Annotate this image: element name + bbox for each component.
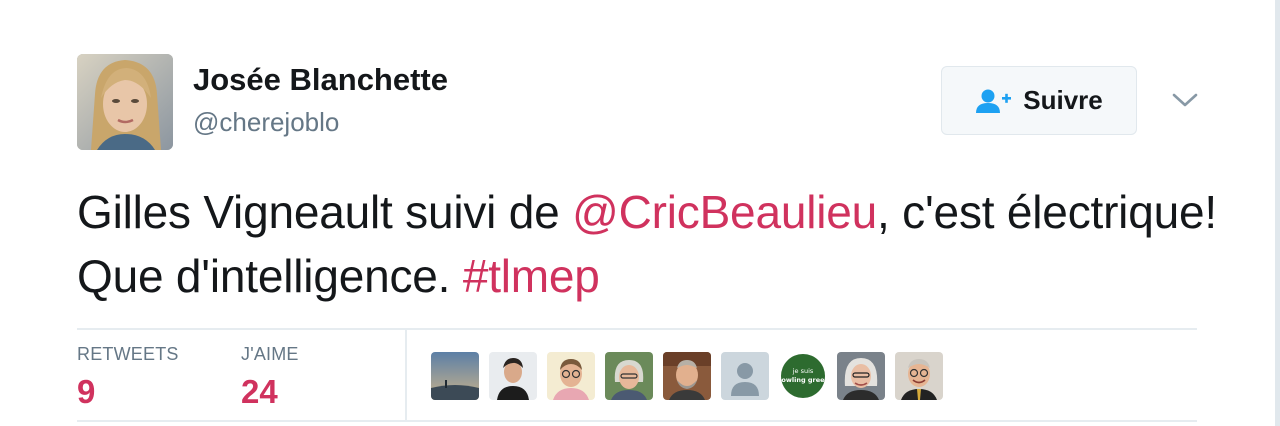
liker-avatar-woman-gray-hair-icon	[837, 352, 885, 400]
liker-avatar[interactable]	[721, 352, 769, 400]
liker-avatar-landscape-icon	[431, 352, 479, 400]
logo-text-bottom: bowling green	[779, 376, 827, 384]
liker-avatar-default-egg-icon	[721, 352, 769, 400]
liker-avatar[interactable]	[837, 352, 885, 400]
stats-separator	[405, 330, 407, 420]
liker-avatar[interactable]	[489, 352, 537, 400]
liker-avatar-man-glasses-smiling-icon	[895, 352, 943, 400]
likers-avatar-list: je suis bowling green	[431, 352, 943, 400]
stats-divider-bottom	[77, 420, 1197, 422]
liker-avatar[interactable]	[605, 352, 653, 400]
author-avatar[interactable]	[77, 54, 173, 150]
liker-avatar-man-dark-hair-icon	[489, 352, 537, 400]
liker-avatar[interactable]	[895, 352, 943, 400]
logo-text-top: je suis	[792, 367, 814, 375]
retweets-stat[interactable]: RETWEETS 9	[77, 344, 179, 411]
hashtag-link[interactable]: #tlmep	[463, 250, 600, 302]
tweet-text: Gilles Vigneault suivi de @CricBeaulieu,…	[77, 180, 1217, 308]
stats-divider-top	[77, 328, 1197, 330]
follow-button-label: Suivre	[1023, 85, 1103, 115]
retweets-label: RETWEETS	[77, 344, 179, 364]
window-edge	[1275, 0, 1280, 426]
author-display-name[interactable]: Josée Blanchette	[193, 62, 448, 98]
retweets-count: 9	[77, 373, 96, 410]
tweet-card: Josée Blanchette @cherejoblo Suivre Gill…	[0, 0, 1280, 426]
author-handle[interactable]: @cherejoblo	[193, 107, 339, 138]
likes-label: J'AIME	[241, 344, 299, 364]
more-options-menu[interactable]	[1170, 88, 1200, 112]
liker-avatar[interactable]	[663, 352, 711, 400]
liker-avatar-bowling-green-logo-icon: je suis bowling green	[779, 352, 827, 400]
liker-avatar[interactable]: je suis bowling green	[779, 352, 827, 400]
liker-avatar[interactable]	[547, 352, 595, 400]
profile-photo-icon	[77, 54, 173, 150]
liker-avatar-man-glasses-icon	[547, 352, 595, 400]
add-user-icon	[976, 89, 1012, 113]
liker-avatar-man-beard-icon	[663, 352, 711, 400]
follow-button[interactable]: Suivre	[941, 66, 1137, 135]
likes-stat[interactable]: J'AIME 24	[241, 344, 299, 411]
liker-avatar[interactable]	[431, 352, 479, 400]
chevron-down-icon	[1172, 93, 1198, 107]
liker-avatar-woman-glasses-icon	[605, 352, 653, 400]
mention-link[interactable]: @CricBeaulieu	[572, 186, 877, 238]
tweet-text-part-1: Gilles Vigneault suivi de	[77, 186, 573, 238]
likes-count: 24	[241, 373, 278, 410]
